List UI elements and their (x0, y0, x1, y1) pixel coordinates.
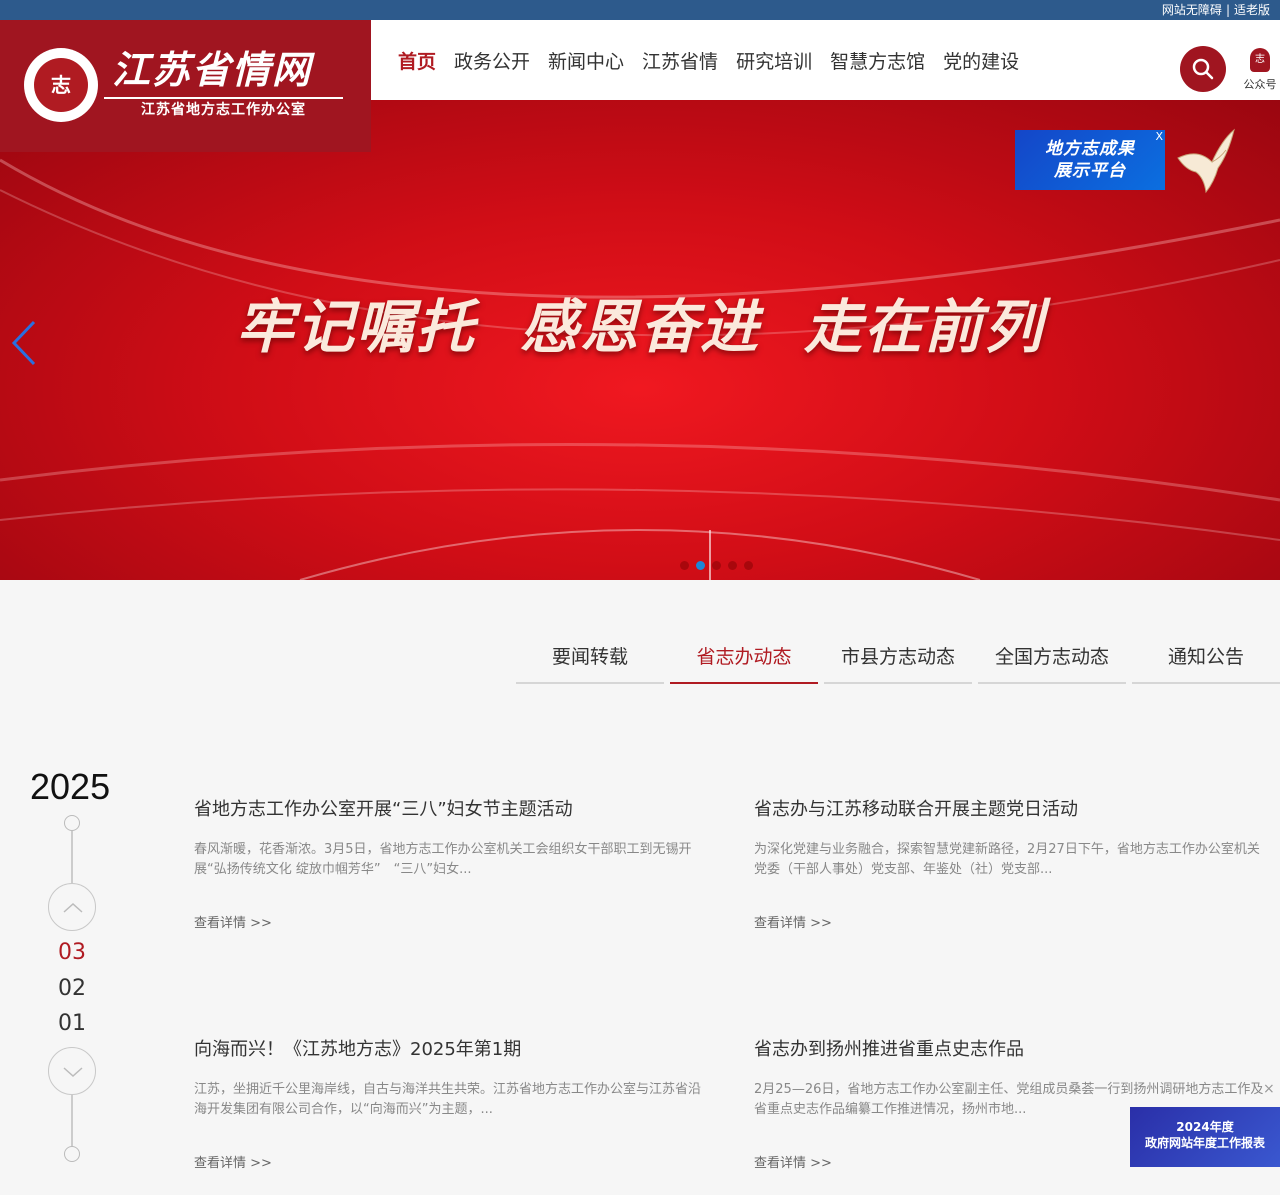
logo-seal-text: 志 (34, 58, 88, 112)
tab-city-county-news[interactable]: 市县方志动态 (824, 636, 972, 684)
chevron-down-icon (63, 1067, 83, 1078)
wechat-icon: 志 (1250, 48, 1270, 72)
search-icon (1192, 58, 1214, 80)
timeline-year: 2025 (30, 766, 111, 807)
annual-report-ad[interactable]: 2024年度 政府网站年度工作报表 (1130, 1107, 1280, 1167)
timeline-top-dot (64, 815, 80, 831)
news-item: 省地方志工作办公室开展“三八”妇女节主题活动 春风渐暖，花香渐浓。3月5日，省地… (194, 798, 704, 931)
banner-prev-arrow-icon[interactable] (10, 320, 40, 366)
nav-item-research-training[interactable]: 研究培训 (736, 47, 812, 74)
logo-title: 江苏省情网 (112, 47, 313, 92)
wechat-label: 公众号 (1243, 78, 1277, 91)
slogan-part-1: 牢记嘱托 (235, 293, 476, 361)
utility-separator: | (1225, 3, 1230, 17)
logo-divider (104, 97, 343, 99)
news-item: 省志办与江苏移动联合开展主题党日活动 为深化党建与业务融合，探索智慧党建新路径，… (754, 798, 1264, 931)
timeline-bottom-dot (64, 1146, 80, 1162)
banner-pagination (680, 561, 760, 570)
report-text: 2024年度 政府网站年度工作报表 (1130, 1107, 1280, 1151)
news-summary: 江苏，坐拥近千公里海岸线，自古与海洋共生共荣。江苏省地方志工作办公室与江苏省沿海… (194, 1082, 702, 1117)
report-close-button[interactable]: × (1263, 1081, 1275, 1097)
news-more-link[interactable]: 查看详情 >> (194, 912, 272, 931)
news-more-link[interactable]: 查看详情 >> (754, 912, 832, 931)
utility-links: 网站无障碍 | 适老版 (1162, 2, 1270, 18)
news-title[interactable]: 省志办与江苏移动联合开展主题党日活动 (754, 798, 1264, 822)
news-item: 向海而兴！《江苏地方志》2025年第1期 江苏，坐拥近千公里海岸线，自古与海洋共… (194, 1038, 704, 1171)
dove-icon (1177, 128, 1235, 194)
nav-item-jiangsu-info[interactable]: 江苏省情 (642, 47, 718, 74)
news-summary: 为深化党建与业务融合，探索智慧党建新路径，2月27日下午，省地方志工作办公室机关… (754, 842, 1260, 877)
news-summary: 春风渐暖，花香渐浓。3月5日，省地方志工作办公室机关工会组织女干部职工到无锡开展… (194, 842, 692, 877)
news-tabs: 要闻转载 省志办动态 市县方志动态 全国方志动态 通知公告 (516, 636, 1280, 684)
banner-dot[interactable] (696, 561, 705, 570)
nav-item-party-building[interactable]: 党的建设 (943, 47, 1019, 74)
banner-dot[interactable] (680, 561, 689, 570)
news-title[interactable]: 省志办到扬州推进省重点史志作品 (754, 1038, 1264, 1062)
elderly-mode-link[interactable]: 适老版 (1234, 3, 1270, 17)
main-nav: 首页 政务公开 新闻中心 江苏省情 研究培训 智慧方志馆 党的建设 (398, 20, 1037, 100)
timeline-up-button[interactable] (48, 883, 96, 931)
banner-dot[interactable] (728, 561, 737, 570)
timeline-down-button[interactable] (48, 1047, 96, 1095)
timeline-line-top (71, 831, 73, 883)
top-utility-bar: 网站无障碍 | 适老版 (0, 0, 1280, 20)
tab-national-news[interactable]: 全国方志动态 (978, 636, 1126, 684)
ad-close-button[interactable]: X (1155, 130, 1163, 143)
logo-seal-icon: 志 (24, 48, 98, 122)
wechat-account-button[interactable]: 志 公众号 (1240, 48, 1280, 92)
timeline-month-02[interactable]: 02 (40, 976, 104, 1001)
news-more-link[interactable]: 查看详情 >> (194, 1152, 272, 1171)
chevron-up-icon (63, 902, 83, 913)
tab-provincial-office-news[interactable]: 省志办动态 (670, 636, 818, 684)
banner-dot[interactable] (744, 561, 753, 570)
news-title[interactable]: 省地方志工作办公室开展“三八”妇女节主题活动 (194, 798, 704, 822)
ad-line-1: 地方志成果 (1045, 139, 1135, 159)
logo-subtitle: 江苏省地方志工作办公室 (141, 102, 306, 118)
ad-line-2: 展示平台 (1054, 161, 1126, 181)
banner-dot[interactable] (712, 561, 721, 570)
nav-item-smart-museum[interactable]: 智慧方志馆 (830, 47, 925, 74)
tab-notices[interactable]: 通知公告 (1132, 636, 1280, 684)
report-line-1: 2024年度 (1176, 1120, 1234, 1134)
achievement-platform-ad[interactable]: 地方志成果 展示平台 X (1015, 130, 1165, 190)
slogan-part-2: 感恩奋进 (519, 293, 760, 361)
timeline-month-01[interactable]: 01 (40, 1011, 104, 1036)
slogan-part-3: 走在前列 (804, 293, 1045, 361)
nav-item-government-affairs[interactable]: 政务公开 (454, 47, 530, 74)
report-line-2: 政府网站年度工作报表 (1144, 1136, 1265, 1150)
search-button[interactable] (1180, 46, 1226, 92)
banner-slogan: 牢记嘱托 感恩奋进 走在前列 (0, 280, 1280, 364)
ad-text: 地方志成果 展示平台 (1015, 130, 1165, 182)
news-more-link[interactable]: 查看详情 >> (754, 1152, 832, 1171)
tab-headline-repost[interactable]: 要闻转载 (516, 636, 664, 684)
news-title[interactable]: 向海而兴！《江苏地方志》2025年第1期 (194, 1038, 704, 1062)
accessibility-link[interactable]: 网站无障碍 (1162, 3, 1222, 17)
timeline-line-bottom (71, 1095, 73, 1147)
site-logo[interactable]: 志 江苏省情网 江苏省地方志工作办公室 (0, 20, 371, 152)
nav-item-home[interactable]: 首页 (398, 47, 436, 74)
timeline-month-03[interactable]: 03 (40, 940, 104, 965)
nav-item-news-center[interactable]: 新闻中心 (548, 47, 624, 74)
